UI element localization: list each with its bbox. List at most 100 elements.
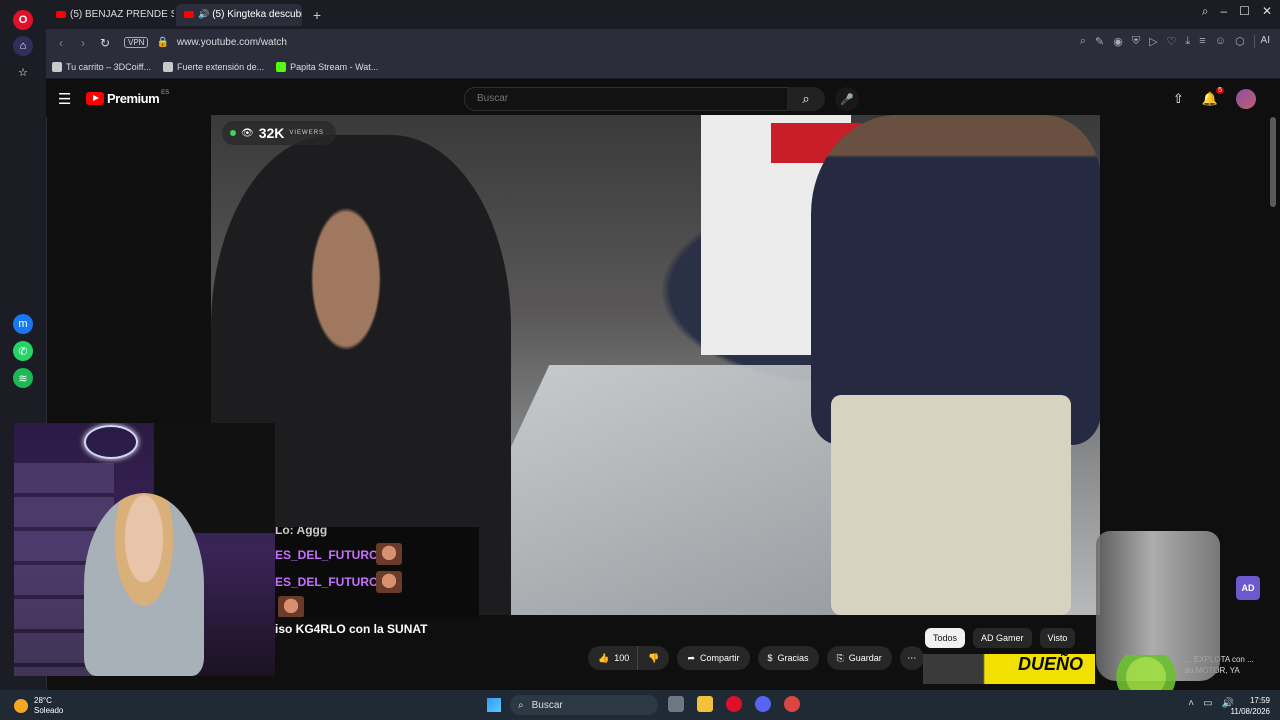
lock-icon[interactable]: 🔒 — [156, 37, 168, 48]
edit-icon[interactable]: ✎ — [1095, 35, 1104, 48]
file-explorer-icon[interactable] — [697, 696, 713, 712]
speaker-icon[interactable]: 🔊 — [198, 9, 209, 20]
page-scrollbar[interactable] — [1270, 117, 1276, 687]
clock-date: 11/08/2026 — [1230, 707, 1270, 716]
profile-icon[interactable]: ☺ — [1215, 35, 1226, 48]
stream-chat-overlay: Lo: Aggg ES_DEL_FUTURO: ES_DEL_FUTURO: — [275, 527, 479, 617]
upload-icon[interactable]: ⇧ — [1173, 91, 1184, 107]
thanks-label: Gracias — [777, 653, 809, 663]
forward-icon[interactable]: › — [72, 36, 94, 50]
viewer-count: 32K — [258, 125, 285, 141]
chevron-up-icon[interactable]: ˄ — [1188, 698, 1194, 709]
scrollbar-thumb[interactable] — [1270, 117, 1276, 207]
video-actions: 👍 100 👎 ➦ Compartir $ Gracias ⎘ Guardar ⋯ — [588, 646, 924, 670]
like-button[interactable]: 👍 100 — [588, 646, 639, 670]
menu-icon[interactable]: ≡ — [1199, 35, 1205, 48]
minimize-icon[interactable]: – — [1220, 4, 1227, 19]
bookmark-label: Fuerte extensión de... — [177, 62, 265, 72]
discord-icon[interactable] — [755, 696, 771, 712]
bookmark-item[interactable]: Papita Stream - Wat... — [276, 62, 378, 72]
search-tabs-icon[interactable]: ⌕ — [1202, 4, 1209, 19]
bookmark-icon: ⎘ — [836, 652, 844, 663]
opera-icon[interactable] — [726, 696, 742, 712]
whatsapp-icon[interactable]: ✆ — [13, 341, 33, 361]
voice-search-button[interactable]: 🎤 — [835, 87, 859, 111]
share-button[interactable]: ➦ Compartir — [677, 646, 750, 670]
notifications-bell-icon[interactable]: 🔔 5 — [1202, 87, 1224, 107]
bookmark-favicon-icon — [163, 62, 174, 72]
recommended-video-thumbnail[interactable]: DUEÑO — [923, 654, 1095, 684]
chat-username: ES_DEL_FUTURO: — [275, 548, 383, 562]
chip-ad-gamer[interactable]: AD Gamer — [973, 628, 1032, 648]
kick-favicon-icon — [276, 62, 287, 72]
header-actions: ⇧ 🔔 5 — [1173, 87, 1256, 109]
address-bar: ‹ › ↻ VPN 🔒 www.youtube.com/watch ⌕ ✎ ◉ … — [46, 29, 1280, 56]
download-icon[interactable]: ⤓ — [1185, 35, 1190, 48]
search-input[interactable] — [475, 92, 769, 105]
notification-badge: 5 — [1216, 87, 1224, 94]
messenger-icon[interactable]: m — [13, 314, 33, 334]
home-icon[interactable]: ⌂ — [13, 36, 33, 56]
tab-kingteka[interactable]: 🔊 (5) Kingteka descubre — [176, 3, 302, 26]
more-icon: ⋯ — [907, 652, 917, 663]
vpn-badge[interactable]: VPN — [124, 37, 149, 48]
more-actions-button[interactable]: ⋯ — [899, 646, 924, 670]
camera-icon[interactable]: ◉ — [1113, 35, 1123, 48]
app-icon[interactable] — [784, 696, 800, 712]
new-tab-button[interactable]: + — [308, 6, 326, 24]
play-icon[interactable]: ▷ — [1149, 35, 1157, 48]
streamer-figure — [84, 493, 204, 676]
search-button[interactable]: ⌕ — [787, 87, 825, 111]
taskbar-search[interactable]: ⌕ Buscar — [510, 695, 658, 715]
like-count: 100 — [614, 653, 630, 663]
bookmark-item[interactable]: Tu carrito – 3DCoiff... — [52, 62, 151, 72]
chip-todos[interactable]: Todos — [925, 628, 966, 648]
taskbar-apps — [668, 696, 800, 712]
opera-logo-icon[interactable]: O — [13, 10, 33, 30]
taskbar-search-label: Buscar — [531, 699, 563, 711]
tab-benjaz[interactable]: (5) BENJAZ PRENDE STREAM — [48, 4, 174, 26]
heart-icon[interactable]: ♡ — [1167, 35, 1177, 48]
hamburger-menu-icon[interactable]: ☰ — [58, 90, 71, 108]
youtube-logo[interactable]: Premium ES — [86, 90, 169, 106]
maximize-icon[interactable]: ☐ — [1239, 4, 1250, 19]
chat-partial-line: Lo: Aggg — [275, 527, 328, 537]
spotify-icon[interactable]: ≋ — [13, 368, 33, 388]
search-icon[interactable]: ⌕ — [1080, 35, 1086, 48]
close-icon[interactable]: ✕ — [1262, 4, 1272, 19]
logo-text: Premium — [107, 91, 160, 106]
taskbar-clock[interactable]: 17:59 11/08/2026 — [1231, 695, 1270, 717]
viewer-label: VIEWERS — [289, 130, 325, 136]
back-icon[interactable]: ‹ — [50, 36, 72, 50]
chat-emote-icon — [278, 596, 304, 617]
thanks-button[interactable]: $ Gracias — [757, 646, 819, 670]
share-label: Compartir — [700, 653, 740, 663]
chip-visto[interactable]: Visto — [1039, 628, 1076, 648]
system-tray: ˄ ▭ 🔊 — [1188, 698, 1234, 709]
url-field[interactable]: www.youtube.com/watch — [177, 37, 287, 48]
weather-text: Soleado — [34, 706, 64, 715]
dislike-button[interactable]: 👎 — [638, 646, 670, 670]
share-icon: ➦ — [687, 652, 696, 663]
network-icon[interactable]: ▭ — [1203, 698, 1212, 709]
microphone-icon: 🎤 — [840, 93, 854, 106]
bookmarks-bar: Tu carrito – 3DCoiff... Fuerte extensión… — [46, 56, 1280, 79]
extensions-icon[interactable]: ⬡ — [1235, 35, 1245, 48]
weather-widget[interactable]: 28°C Soleado — [14, 696, 63, 716]
bookmark-item[interactable]: Fuerte extensión de... — [163, 62, 264, 72]
save-button[interactable]: ⎘ Guardar — [826, 646, 892, 670]
ad-gamer-badge: AD — [1236, 576, 1260, 600]
youtube-favicon-icon — [56, 11, 66, 18]
thanks-icon: $ — [767, 653, 773, 663]
avatar[interactable] — [1236, 89, 1256, 109]
star-icon[interactable]: ☆ — [13, 62, 33, 82]
save-label: Guardar — [848, 653, 882, 663]
task-view-icon[interactable] — [668, 696, 684, 712]
address-tools: ⌕ ✎ ◉ ⛨ ▷ ♡ ⤓ ≡ ☺ ⬡ AI — [1080, 35, 1270, 48]
shield-icon[interactable]: ⛨ — [1132, 35, 1140, 48]
reload-icon[interactable]: ↻ — [94, 36, 116, 50]
windows-start-icon[interactable] — [487, 698, 501, 712]
video-title: iso KG4RLO con la SUNAT — [275, 622, 428, 636]
bookmark-label: Papita Stream - Wat... — [290, 62, 379, 72]
ai-button[interactable]: AI — [1253, 35, 1270, 48]
